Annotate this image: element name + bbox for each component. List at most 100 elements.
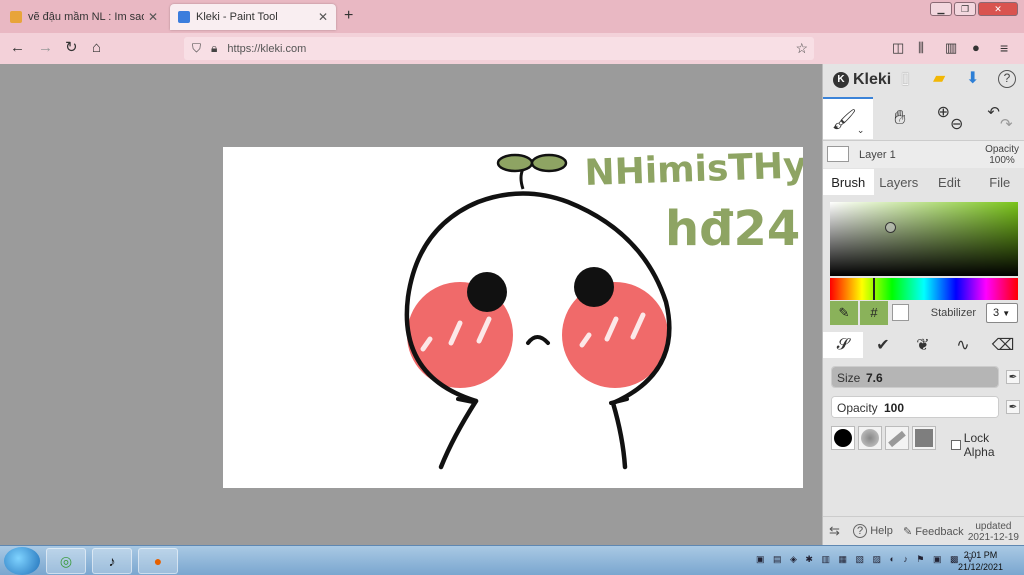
sprout-stem — [519, 168, 525, 190]
help-button[interactable]: ? Help — [853, 524, 893, 538]
chevron-down-icon[interactable]: ⌄ — [857, 125, 865, 136]
shape-square-button[interactable] — [912, 426, 936, 450]
layer-thumbnail — [827, 146, 849, 162]
zoom-out-icon[interactable]: ⊖ — [950, 114, 963, 134]
lock-icon[interactable]: 🔒︎ — [211, 41, 217, 56]
updated-info[interactable]: updated 2021-12-19 — [968, 521, 1019, 543]
secondary-color-swatch[interactable] — [892, 304, 909, 321]
feedback-button[interactable]: ✎ Feedback — [903, 525, 964, 538]
sidebar-icon[interactable]: ▥ — [945, 40, 957, 56]
pocket-icon[interactable]: ◫ — [892, 40, 904, 56]
taskbar-app-tiktok-icon[interactable]: ♪ — [92, 548, 132, 574]
home-icon[interactable]: ⌂ — [92, 40, 101, 56]
feedback-icon: ✎ — [903, 526, 913, 538]
hand-tool-button[interactable]: ✋︎ — [877, 97, 923, 139]
checkbox-icon[interactable] — [951, 440, 961, 450]
shape-circle-button[interactable] — [831, 426, 855, 450]
shape-chalk-button[interactable] — [885, 426, 909, 450]
tab-layers[interactable]: Layers — [874, 169, 925, 195]
opacity-pen-pressure-icon[interactable]: ✒ — [1006, 400, 1020, 414]
drawing-canvas[interactable]: NHimisTHy hđ247 — [223, 147, 803, 488]
redo-icon[interactable]: ↷ — [1000, 115, 1013, 133]
close-tab-icon[interactable]: ✕ — [148, 10, 158, 24]
blend-brush-button[interactable]: ✔︎ — [863, 332, 903, 358]
new-tab-icon[interactable]: + — [344, 7, 353, 25]
panel-tabs: Brush Layers Edit File — [823, 169, 1024, 195]
opacity-label: Opacity — [837, 401, 878, 415]
system-tray-icons[interactable]: ▣ ▤ ◈ ✱ ▥ ▦ ▧ ▨ ◐ ♪ ⚑ ▣ ▩ V — [756, 554, 976, 565]
address-bar[interactable]: ⛉ 🔒︎ https://kleki.com ☆ — [184, 37, 814, 60]
forward-icon[interactable]: → — [38, 40, 53, 56]
tool-row: 🖌︎ ⌄ ✋︎ ⊕ ⊖ ↶ ↷ — [823, 97, 1024, 139]
opacity-slider[interactable]: Opacity 100 — [831, 396, 999, 418]
square-shape-icon — [915, 429, 933, 447]
stabilizer-select[interactable]: 3 ▼ — [986, 303, 1018, 323]
shield-icon[interactable]: ⛉ — [192, 41, 201, 56]
eraser-button[interactable]: ⌫ — [983, 332, 1023, 358]
browser-tab-2[interactable]: Kleki - Paint Tool ✕ — [170, 4, 336, 30]
back-icon[interactable]: ← — [10, 40, 25, 56]
pen-brush-button[interactable]: 𝓢 — [823, 332, 863, 358]
tab-favicon-icon — [10, 11, 22, 23]
soft-circle-icon — [861, 429, 879, 447]
browser-tab-strip: vẽ đậu mầm NL : Im sao để trở ✕ Kleki - … — [0, 0, 1024, 33]
shape-soft-button[interactable] — [858, 426, 882, 450]
save-image-icon[interactable]: ▰ — [933, 70, 945, 88]
hex-input-button[interactable]: # — [860, 301, 888, 325]
size-slider[interactable]: Size 7.6 — [831, 366, 999, 388]
kleki-logo-icon: K — [833, 72, 849, 88]
sketchy-brush-button[interactable]: ❦ — [903, 332, 943, 358]
chevron-down-icon: ▼ — [1002, 309, 1011, 318]
close-tab-icon[interactable]: ✕ — [318, 10, 328, 24]
layer-opacity: Opacity 100% — [985, 144, 1019, 166]
taskbar-app-firefox-icon[interactable]: ● — [138, 548, 178, 574]
star-icon[interactable]: ☆ — [795, 40, 808, 57]
kleki-logo-text: Kleki — [853, 71, 892, 88]
taskbar-app-coccoc-icon[interactable]: ◎ — [46, 548, 86, 574]
brush-tool-button[interactable]: 🖌︎ ⌄ — [823, 97, 873, 139]
undo-icon[interactable]: ↶ — [987, 103, 1000, 121]
zoom-in-icon[interactable]: ⊕ — [937, 102, 950, 122]
stabilizer-value: 3 — [993, 307, 1000, 319]
color-picker-handle[interactable] — [885, 222, 896, 233]
canvas-workspace[interactable]: NHimisTHy hđ247 — [0, 64, 822, 545]
color-saturation-picker[interactable] — [830, 202, 1018, 276]
undo-redo-buttons: ↶ ↷ — [977, 97, 1023, 139]
clock-time: 2:01 PM — [963, 550, 998, 560]
window-controls: ▁ ❐ ✕ — [930, 2, 1018, 16]
hue-slider-handle[interactable] — [873, 278, 875, 300]
tab-edit[interactable]: Edit — [924, 169, 975, 195]
new-image-icon[interactable]: ▯ — [901, 70, 910, 88]
brush-shape-row: Lock Alpha — [831, 426, 1021, 459]
menu-icon[interactable]: ≡ — [1000, 40, 1008, 56]
hue-slider[interactable] — [830, 278, 1018, 300]
help-icon: ? — [853, 524, 868, 538]
swap-panel-icon[interactable]: ⇆ — [829, 523, 840, 539]
canvas-text-line1: NHimisTHy — [584, 147, 803, 194]
reload-icon[interactable]: ↻ — [65, 40, 78, 56]
help-icon[interactable]: ? — [998, 70, 1016, 88]
browser-tab-1[interactable]: vẽ đậu mầm NL : Im sao để trở ✕ — [2, 4, 166, 30]
circle-shape-icon — [834, 429, 852, 447]
account-icon[interactable]: ● — [972, 40, 980, 56]
layer-preview[interactable]: Layer 1 Opacity 100% — [823, 140, 1024, 168]
sprout-leaf-right — [530, 153, 568, 173]
library-icon[interactable]: ⫼ — [918, 40, 924, 56]
zoom-buttons: ⊕ ⊖ — [927, 97, 973, 139]
eyedropper-icon[interactable]: ✎ — [830, 301, 858, 325]
lock-alpha-checkbox[interactable]: Lock Alpha — [951, 431, 1021, 459]
download-icon[interactable]: ⬇ — [966, 70, 979, 88]
tab-brush[interactable]: Brush — [823, 169, 874, 195]
size-pen-pressure-icon[interactable]: ✒ — [1006, 370, 1020, 384]
taskbar-clock[interactable]: 2:01 PM 21/12/2021 — [958, 549, 1003, 573]
window-close-icon[interactable]: ✕ — [978, 2, 1018, 16]
minimize-icon[interactable]: ▁ — [930, 2, 952, 16]
start-button-icon[interactable] — [4, 547, 40, 575]
restore-icon[interactable]: ❐ — [954, 2, 976, 16]
tab-file[interactable]: File — [975, 169, 1024, 195]
panel-footer: ⇆ ? Help ✎ Feedback updated 2021-12-19 — [823, 516, 1024, 545]
size-value: 7.6 — [866, 371, 883, 385]
pixel-brush-button[interactable]: ∿ — [943, 332, 983, 358]
sketchy-brush-icon: ❦ — [916, 337, 930, 354]
url-text[interactable]: https://kleki.com — [227, 43, 306, 55]
